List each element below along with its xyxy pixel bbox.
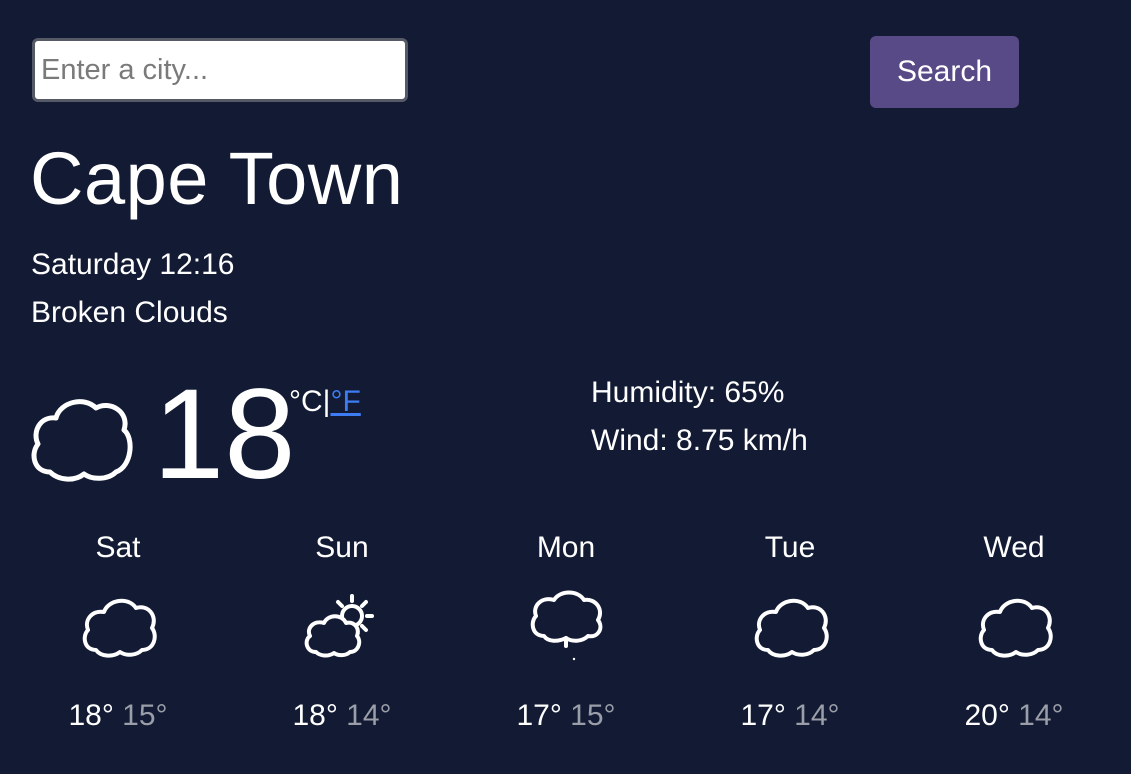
forecast-min: 14° [346,699,392,732]
fahrenheit-link[interactable]: °F [330,385,360,418]
cloud-rain-icon [530,590,603,661]
forecast-day-name: Wed [983,531,1045,564]
forecast-max: 18° [68,699,114,732]
cloud-icon [754,598,829,658]
forecast-temps: 18° 15° [6,698,230,734]
weather-description: Broken Clouds [31,296,228,329]
forecast-day: Tue 17° 14° [678,528,902,758]
cloud-icon [82,598,157,658]
celsius-unit: °C [289,385,323,418]
forecast: Sat 18° 15° Sun 18° 14° Mon 17° 15° Tue … [6,528,1126,758]
city-name: Cape Town [30,137,404,220]
forecast-max: 20° [964,699,1010,732]
forecast-day-name: Sun [315,531,369,564]
forecast-min: 14° [794,699,840,732]
date-time: Saturday 12:16 [31,248,235,281]
forecast-temps: 17° 15° [454,698,678,734]
forecast-day-name: Mon [536,531,596,564]
cloud-icon [978,598,1053,658]
forecast-min: 15° [570,699,616,732]
forecast-day-name: Sat [95,531,141,564]
current-temperature: 18 [153,363,296,506]
unit-toggle: °C|°F [289,384,361,420]
forecast-max: 17° [740,699,786,732]
wind: Wind: 8.75 km/h [591,424,808,457]
forecast-min: 14° [1018,699,1064,732]
weather-app: Search Cape Town Saturday 12:16 Broken C… [0,0,1131,774]
city-search-input[interactable] [32,38,408,102]
forecast-day: Wed 20° 14° [902,528,1126,758]
forecast-temps: 17° 14° [678,698,902,734]
forecast-temps: 20° 14° [902,698,1126,734]
forecast-day: Sun 18° 14° [230,528,454,758]
forecast-max: 17° [516,699,562,732]
forecast-day: Sat 18° 15° [6,528,230,758]
forecast-day: Mon 17° 15° [454,528,678,758]
search-button[interactable]: Search [870,36,1019,108]
forecast-temps: 18° 14° [230,698,454,734]
forecast-day-name: Tue [764,531,816,564]
cloud-icon [31,399,133,482]
humidity: Humidity: 65% [591,376,785,409]
forecast-min: 15° [122,699,168,732]
sun-behind-cloud-icon [304,594,374,658]
forecast-max: 18° [292,699,338,732]
